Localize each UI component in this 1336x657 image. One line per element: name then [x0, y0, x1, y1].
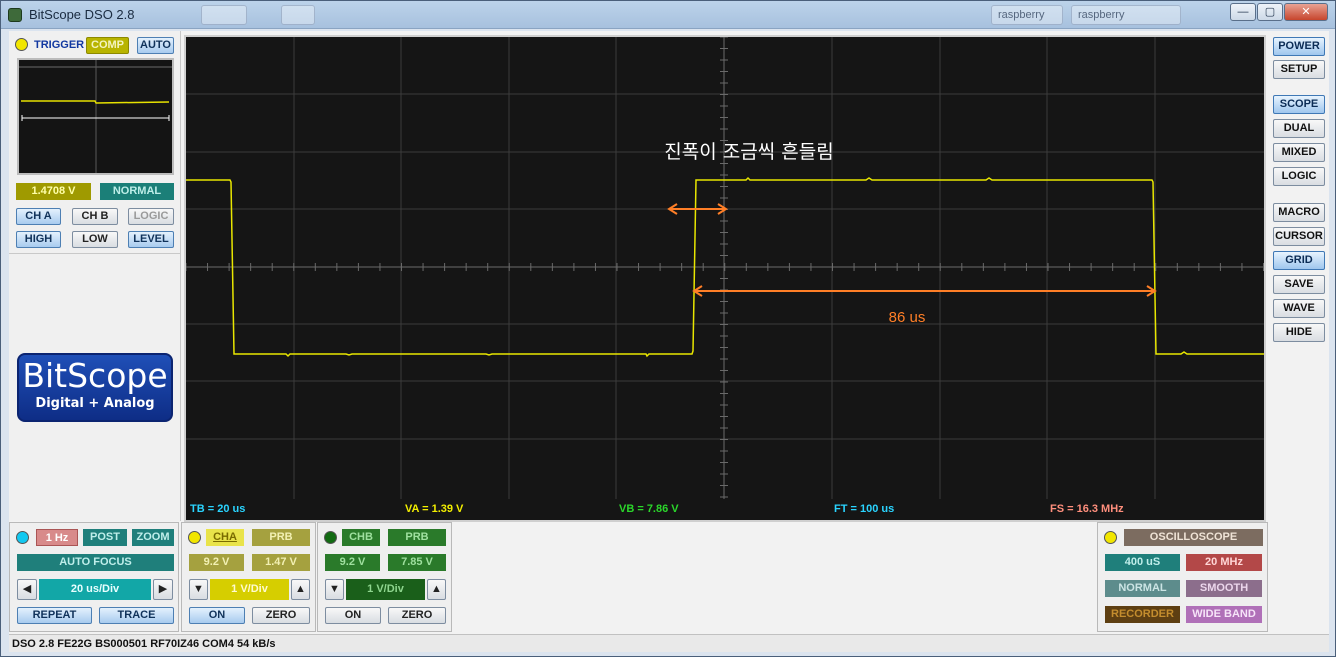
channel-a-probe-button[interactable]: PRB [252, 529, 310, 546]
hide-button[interactable]: HIDE [1273, 323, 1325, 342]
channel-a-on-button[interactable]: ON [189, 607, 245, 624]
channel-b-volts-per-div[interactable]: 1 V/Div [346, 579, 425, 600]
trigger-source-cha-button[interactable]: CH A [16, 208, 61, 225]
device-status-bar: DSO 2.8 FE22G BS000501 RF70IZ46 COM4 54 … [9, 634, 1329, 652]
trigger-auto-button[interactable]: AUTO [137, 37, 174, 54]
timebase-panel: 1 Hz POST ZOOM AUTO FOCUS ◀ 20 us/Div ▶ … [9, 522, 179, 632]
channel-a-select-button[interactable]: CHA [206, 529, 244, 546]
trigger-preview-trace [21, 100, 170, 104]
trigger-level-button[interactable]: LEVEL [128, 231, 174, 248]
trigger-comp-button[interactable]: COMP [86, 37, 129, 54]
maximize-button[interactable]: ▢ [1257, 3, 1283, 21]
title-bar: BitScope DSO 2.8 raspberry raspberry — ▢… [1, 1, 1335, 29]
background-window-tab [201, 5, 247, 25]
wave-button[interactable]: WAVE [1273, 299, 1325, 318]
timebase-decrease-button[interactable]: ◀ [17, 579, 37, 600]
channel-a-volts-increase-button[interactable]: ▲ [291, 579, 310, 600]
macro-button[interactable]: MACRO [1273, 203, 1325, 222]
channel-a-volts-decrease-button[interactable]: ▼ [189, 579, 208, 600]
background-window-tab [281, 5, 315, 25]
timebase-value[interactable]: 20 us/Div [39, 579, 151, 600]
channel-a-volts-per-div[interactable]: 1 V/Div [210, 579, 289, 600]
channel-a-offset-readout[interactable]: 1.47 V [252, 554, 310, 571]
timebase-status: TB = 20 us [190, 503, 246, 515]
frame-time-status: FT = 100 us [834, 503, 895, 515]
trigger-panel: TRIGGER COMP AUTO 1.4708 V NORMAL CH A C… [9, 31, 181, 521]
channel-a-zero-button[interactable]: ZERO [252, 607, 310, 624]
scope-status-bar: TB = 20 us VA = 1.39 V VB = 7.86 V FT = … [186, 499, 1264, 519]
timebase-post-button[interactable]: POST [83, 529, 127, 546]
channel-b-volts-increase-button[interactable]: ▲ [427, 579, 446, 600]
minimize-button[interactable]: — [1230, 3, 1256, 21]
setup-button[interactable]: SETUP [1273, 60, 1325, 79]
channel-b-zero-button[interactable]: ZERO [388, 607, 446, 624]
bandwidth-button[interactable]: 20 MHz [1186, 554, 1262, 571]
timebase-increase-button[interactable]: ▶ [153, 579, 173, 600]
oscilloscope-mode-title[interactable]: OSCILLOSCOPE [1124, 529, 1263, 546]
scope-graticule: 진폭이 조금씩 흔들림 86 us [186, 37, 1264, 499]
device-status-text: DSO 2.8 FE22G BS000501 RF70IZ46 COM4 54 … [12, 638, 276, 650]
oscilloscope-mode-panel: OSCILLOSCOPE 400 uS 20 MHz NORMAL SMOOTH… [1097, 522, 1268, 632]
trigger-label: TRIGGER [34, 39, 85, 51]
panel-divider [9, 253, 181, 254]
channel-b-select-button[interactable]: CHB [342, 529, 380, 546]
trigger-indicator-icon [15, 38, 28, 51]
power-button[interactable]: POWER [1273, 37, 1325, 56]
close-button[interactable]: ✕ [1284, 3, 1328, 21]
logic-mode-button[interactable]: LOGIC [1273, 167, 1325, 186]
trigger-source-logic-button[interactable]: LOGIC [128, 208, 174, 225]
cursor-button[interactable]: CURSOR [1273, 227, 1325, 246]
trace-button[interactable]: TRACE [99, 607, 174, 624]
channel-b-indicator-icon [324, 531, 337, 544]
trigger-preview [17, 58, 174, 175]
app-icon [8, 8, 22, 22]
channel-a-range-readout[interactable]: 9.2 V [189, 554, 244, 571]
channel-a-voltage-status: VA = 1.39 V [405, 503, 464, 515]
mode-indicator-icon [1104, 531, 1117, 544]
channel-b-voltage-status: VB = 7.86 V [619, 503, 679, 515]
dual-mode-button[interactable]: DUAL [1273, 119, 1325, 138]
recorder-button[interactable]: RECORDER [1105, 606, 1180, 623]
trigger-low-button[interactable]: LOW [72, 231, 118, 248]
trigger-preview-plot [19, 60, 172, 173]
sample-frequency-status: FS = 16.3 MHz [1050, 503, 1124, 515]
measurement-annotation [667, 203, 1157, 297]
auto-focus-button[interactable]: AUTO FOCUS [17, 554, 174, 571]
trigger-mode-readout[interactable]: NORMAL [100, 183, 174, 200]
scope-mode-button[interactable]: SCOPE [1273, 95, 1325, 114]
channel-b-panel: CHB PRB 9.2 V 7.85 V ▼ 1 V/Div ▲ ON ZERO [317, 522, 452, 632]
grid-button[interactable]: GRID [1273, 251, 1325, 270]
channel-b-probe-button[interactable]: PRB [388, 529, 446, 546]
channel-b-volts-decrease-button[interactable]: ▼ [325, 579, 344, 600]
app-client-area: TRIGGER COMP AUTO 1.4708 V NORMAL CH A C… [9, 31, 1329, 652]
mixed-mode-button[interactable]: MIXED [1273, 143, 1325, 162]
timebase-zoom-button[interactable]: ZOOM [132, 529, 174, 546]
channel-b-range-readout[interactable]: 9.2 V [325, 554, 380, 571]
annotation-text: 진폭이 조금씩 흔들림 [664, 141, 833, 163]
timebase-frequency-readout[interactable]: 1 Hz [36, 529, 78, 546]
background-window-tab: raspberry [1071, 5, 1181, 25]
save-button[interactable]: SAVE [1273, 275, 1325, 294]
trigger-high-button[interactable]: HIGH [16, 231, 61, 248]
repeat-button[interactable]: REPEAT [17, 607, 92, 624]
annotation-measure: 86 us [889, 309, 926, 326]
channel-a-indicator-icon [188, 531, 201, 544]
wide-band-button[interactable]: WIDE BAND [1186, 606, 1262, 623]
channel-b-on-button[interactable]: ON [325, 607, 381, 624]
oscilloscope-display[interactable]: 진폭이 조금씩 흔들림 86 us TB = 20 us VA = 1.39 V… [184, 35, 1266, 522]
channel-a-panel: CHA PRB 9.2 V 1.47 V ▼ 1 V/Div ▲ ON ZERO [181, 522, 316, 632]
channel-b-offset-readout[interactable]: 7.85 V [388, 554, 446, 571]
window-title: BitScope DSO 2.8 [29, 7, 135, 22]
background-window-tab: raspberry [991, 5, 1063, 25]
sample-duration-button[interactable]: 400 uS [1105, 554, 1180, 571]
trigger-source-chb-button[interactable]: CH B [72, 208, 118, 225]
timebase-indicator-icon [16, 531, 29, 544]
logo-title: BitScope [22, 356, 168, 395]
logo-subtitle: Digital + Analog [35, 396, 155, 411]
main-window: BitScope DSO 2.8 raspberry raspberry — ▢… [0, 0, 1336, 657]
smooth-mode-button[interactable]: SMOOTH [1186, 580, 1262, 597]
bitscope-logo: BitScope Digital + Analog [17, 353, 173, 422]
trigger-level-readout[interactable]: 1.4708 V [16, 183, 91, 200]
normal-mode-button[interactable]: NORMAL [1105, 580, 1180, 597]
